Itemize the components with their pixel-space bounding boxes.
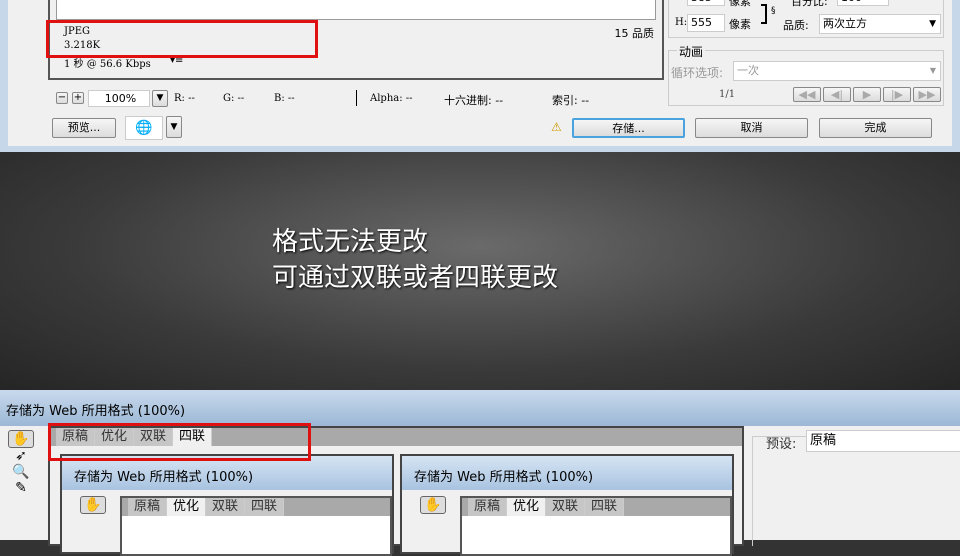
quality-method-select[interactable]: 两次立方 ▼ — [819, 14, 941, 34]
width-unit: 像素 — [729, 0, 751, 8]
hex-readout: 十六进制: -- — [444, 94, 504, 107]
percent-label: 百分比: — [791, 0, 828, 8]
percent-field[interactable]: 100 — [837, 0, 889, 6]
bottom-dialog: 存储为 Web 所用格式 (100%) ✋ ➶ 🔍 ✎ 原稿 优化 双联 四联 … — [0, 390, 960, 556]
nested-tab-original: 原稿 — [468, 498, 508, 516]
loop-value: 一次 — [737, 64, 759, 77]
browser-dropdown[interactable]: ▼ — [166, 116, 182, 138]
caption-line-1: 格式无法更改 — [272, 227, 429, 257]
quad-pane-1: 存储为 Web 所用格式 (100%) ✋ 原稿 优化 双联 四联 — [60, 454, 394, 556]
settings-panel — [752, 436, 960, 546]
divider — [356, 90, 357, 106]
preview-image — [56, 0, 656, 20]
nested-tab-2-up: 双联 — [206, 498, 246, 516]
constrain-bracket — [761, 4, 767, 24]
nested-tab-4-up: 四联 — [245, 498, 285, 516]
top-dialog: JPEG 3.218K 1 秒 @ 56.6 Kbps ▾≡ 15 品质 − +… — [0, 0, 960, 152]
nested-preview: 原稿 优化 双联 四联 — [460, 496, 732, 556]
chevron-down-icon: ▼ — [929, 19, 936, 29]
nested-tabs: 原稿 优化 双联 四联 — [462, 498, 730, 516]
browser-globe-icon[interactable]: 🌐 — [125, 116, 163, 140]
animation-header: 动画 — [677, 43, 706, 60]
loop-select[interactable]: 一次 ▼ — [733, 61, 941, 81]
nested-tab-4-up: 四联 — [585, 498, 625, 516]
red-readout: R: -- — [174, 93, 195, 104]
save-button[interactable]: 存储... — [572, 118, 685, 138]
zoom-in-button[interactable]: + — [72, 92, 84, 104]
frame-counter: 1/1 — [719, 89, 736, 100]
green-readout: G: -- — [223, 93, 245, 104]
quality-method-value: 两次立方 — [823, 17, 867, 30]
nested-title: 存储为 Web 所用格式 (100%) — [402, 456, 732, 490]
alpha-readout: Alpha: -- — [370, 93, 413, 104]
play-button[interactable]: ▶ — [853, 87, 881, 102]
quality-method-label: 品质: — [783, 19, 809, 32]
width-label: W: — [675, 0, 688, 3]
dialog-body: JPEG 3.218K 1 秒 @ 56.6 Kbps ▾≡ 15 品质 − +… — [8, 0, 952, 146]
hand-tool-icon[interactable]: ✋ — [8, 430, 34, 448]
caption-banner: 格式无法更改 可通过双联或者四联更改 — [0, 152, 960, 390]
zoom-dropdown[interactable]: ▼ — [152, 90, 168, 107]
link-icon[interactable]: § — [771, 6, 776, 16]
loop-label: 循环选项: — [671, 66, 724, 80]
preview-button[interactable]: 预览... — [52, 118, 116, 138]
quality-text: 15 品质 — [614, 27, 655, 40]
toolbox: ✋ ➶ 🔍 ✎ — [8, 430, 34, 496]
hand-tool-icon: ✋ — [80, 496, 106, 514]
preset-select[interactable]: 原稿 — [806, 430, 960, 452]
height-label: H: — [675, 17, 688, 28]
nested-tab-optimized: 优化 — [167, 498, 207, 516]
nested-tabs: 原稿 优化 双联 四联 — [122, 498, 390, 516]
warning-icon: ⚠ — [551, 120, 562, 134]
next-frame-button[interactable]: |▶ — [883, 87, 911, 102]
percent-unit: % — [925, 0, 934, 3]
done-button[interactable]: 完成 — [819, 118, 932, 138]
prev-frame-button[interactable]: ◀| — [823, 87, 851, 102]
frame-controls: ◀◀ ◀| ▶ |▶ ▶▶ — [793, 87, 941, 102]
nested-tab-2-up: 双联 — [546, 498, 586, 516]
quad-pane-2: 存储为 Web 所用格式 (100%) ✋ 原稿 优化 双联 四联 — [400, 454, 734, 556]
last-frame-button[interactable]: ▶▶ — [913, 87, 941, 102]
zoom-field[interactable]: 100% — [88, 90, 150, 107]
nested-title: 存储为 Web 所用格式 (100%) — [62, 456, 392, 490]
zoom-tool-icon[interactable]: 🔍 — [8, 464, 34, 480]
caption-line-2: 可通过双联或者四联更改 — [272, 263, 559, 293]
hand-tool-icon: ✋ — [420, 496, 446, 514]
eyedropper-tool-icon[interactable]: ✎ — [8, 480, 34, 496]
nested-preview: 原稿 优化 双联 四联 — [120, 496, 392, 556]
animation-panel: 动画 循环选项: 一次 ▼ 1/1 ◀◀ ◀| ▶ |▶ ▶▶ — [668, 43, 944, 106]
height-unit: 像素 — [729, 18, 751, 31]
chevron-down-icon: ▼ — [929, 66, 936, 75]
height-field[interactable]: 555 — [687, 14, 725, 32]
image-size-panel: W: 385 像素 H: 555 像素 § 百分比: 100 % 品质: 两次立… — [668, 0, 944, 38]
width-field[interactable]: 385 — [687, 0, 725, 6]
highlight-box — [46, 20, 318, 58]
first-frame-button[interactable]: ◀◀ — [793, 87, 821, 102]
slice-select-tool-icon[interactable]: ➶ — [8, 448, 34, 464]
preset-label: 预设: — [766, 437, 797, 452]
index-readout: 索引: -- — [552, 94, 590, 107]
window-title: 存储为 Web 所用格式 (100%) — [0, 390, 960, 426]
nested-tab-original: 原稿 — [128, 498, 168, 516]
cancel-button[interactable]: 取消 — [695, 118, 808, 138]
highlight-box — [48, 423, 311, 461]
zoom-out-button[interactable]: − — [56, 92, 68, 104]
nested-tab-optimized: 优化 — [507, 498, 547, 516]
blue-readout: B: -- — [274, 93, 295, 104]
